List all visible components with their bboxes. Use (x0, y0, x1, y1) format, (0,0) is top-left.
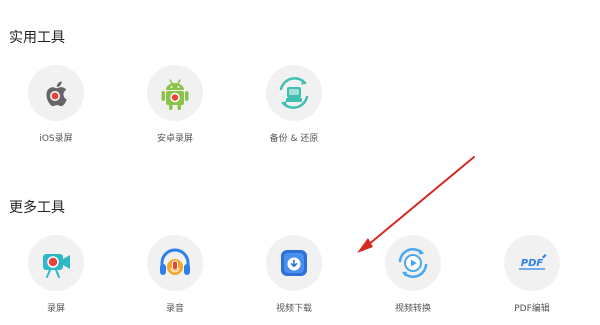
tool-backup-restore[interactable]: 备份 & 还原 (249, 65, 339, 144)
video-download-icon (266, 235, 322, 291)
section-title-more-tools: 更多工具 (9, 200, 65, 216)
pdf-edit-icon: PDF (504, 235, 560, 291)
tool-label: 录音 (165, 304, 184, 314)
tool-audio-record[interactable]: 录音 (130, 235, 220, 314)
tool-label: 视频转换 (394, 304, 431, 314)
tool-android-record[interactable]: 安卓录屏 (130, 65, 220, 144)
tool-label: 录屏 (46, 304, 65, 314)
svg-text:PDF: PDF (521, 258, 544, 269)
video-convert-icon (385, 235, 441, 291)
tool-label: 视频下载 (275, 304, 312, 314)
backup-restore-icon (266, 65, 322, 121)
tool-label: 备份 & 还原 (269, 134, 319, 144)
tool-video-convert[interactable]: 视频转换 (368, 235, 458, 314)
section-title-practical-tools: 实用工具 (9, 30, 65, 46)
tool-label: iOS录屏 (39, 134, 73, 144)
android-record-icon (147, 65, 203, 121)
apple-record-icon (28, 65, 84, 121)
tool-pdf-edit[interactable]: PDF PDF编辑 (487, 235, 577, 314)
tool-ios-record[interactable]: iOS录屏 (11, 65, 101, 144)
tool-video-download[interactable]: 视频下载 (249, 235, 339, 314)
video-camera-record-icon (28, 235, 84, 291)
tool-label: 安卓录屏 (156, 134, 193, 144)
tool-label: PDF编辑 (514, 304, 550, 314)
headphones-mic-icon (147, 235, 203, 291)
tool-screen-record[interactable]: 录屏 (11, 235, 101, 314)
